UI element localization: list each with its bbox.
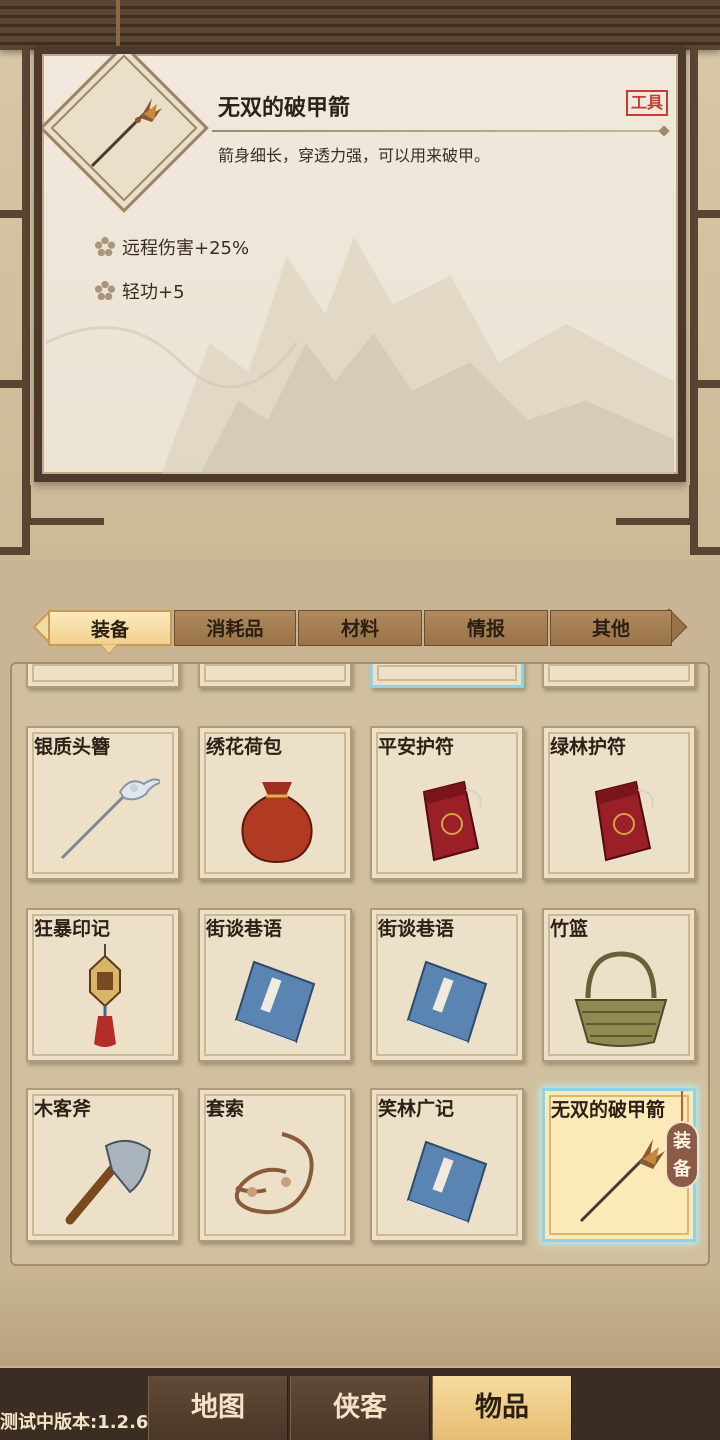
item-name: 无双的破甲箭	[218, 96, 351, 121]
item-detail-panel: 无双的破甲箭 工具 箭身细长，穿透力强，可以用来破甲。 远程伤害+25% 轻功+…	[34, 46, 686, 482]
item-label: 无双的破甲箭	[551, 1099, 666, 1121]
item-label: 竹篮	[550, 918, 589, 940]
item-label: 木客斧	[34, 1098, 92, 1120]
badge-pin	[681, 1091, 683, 1123]
item-label: 笑林广记	[378, 1098, 455, 1120]
stat-row: 轻功+5	[94, 278, 185, 304]
frame-ornament-left	[24, 485, 104, 525]
pendant-icon	[89, 944, 121, 1047]
inventory-grid[interactable]: 银质头簪 绣花荷包 平安护符 绿林护符 狂暴印记 街谈巷语 街谈巷语 竹篮 木客…	[10, 662, 710, 1266]
item-label: 街谈巷语	[206, 918, 283, 940]
frame-ornament-right	[616, 485, 696, 525]
item-label: 狂暴印记	[34, 918, 111, 940]
nav-items-button[interactable]: 物品	[432, 1376, 572, 1440]
item-label: 绿林护符	[550, 736, 627, 758]
inventory-slot-partial[interactable]	[370, 664, 524, 688]
version-label: 测试中版本:1.2.6	[0, 1412, 149, 1433]
tab-consumables[interactable]: 消耗品	[174, 610, 296, 646]
nav-map-button[interactable]: 地图	[148, 1376, 288, 1440]
book-icon	[406, 1140, 488, 1226]
category-tabs: 装备 消耗品 材料 情报 其他	[32, 608, 688, 654]
item-label: 套索	[206, 1098, 245, 1120]
inventory-slot-partial[interactable]	[198, 664, 352, 688]
arrow-icon	[579, 1139, 665, 1223]
tab-intel[interactable]: 情报	[424, 610, 548, 646]
stat-text: 远程伤害+25%	[122, 238, 250, 259]
stat-row: 远程伤害+25%	[94, 234, 249, 260]
item-type-tag: 工具	[626, 90, 669, 116]
hairpin-icon	[60, 778, 160, 860]
inventory-slot-selected[interactable]: 无双的破甲箭 装备	[542, 1088, 699, 1242]
item-label: 绣花荷包	[206, 736, 283, 758]
inventory-slot[interactable]: 银质头簪	[26, 726, 180, 880]
window-lattice-left	[0, 50, 30, 555]
amulet-bag-icon	[422, 780, 482, 862]
arrow-icon	[90, 98, 162, 168]
inventory-slot[interactable]: 街谈巷语	[370, 908, 524, 1062]
active-tab-pointer	[100, 644, 118, 654]
equip-button[interactable]: 装备	[665, 1121, 699, 1189]
item-label: 银质头簪	[34, 736, 111, 758]
item-label: 平安护符	[378, 736, 455, 758]
inventory-slot-partial[interactable]	[542, 664, 696, 688]
item-description: 箭身细长，穿透力强，可以用来破甲。	[218, 146, 491, 165]
inventory-slot[interactable]: 木客斧	[26, 1088, 180, 1242]
detail-divider	[212, 130, 664, 132]
tab-equipment[interactable]: 装备	[48, 610, 172, 646]
inventory-slot[interactable]: 平安护符	[370, 726, 524, 880]
inventory-slot[interactable]: 绣花荷包	[198, 726, 352, 880]
tab-materials[interactable]: 材料	[298, 610, 422, 646]
flower-icon	[94, 280, 116, 301]
window-lattice-right	[690, 50, 720, 555]
inventory-slot[interactable]: 绿林护符	[542, 726, 696, 880]
inventory-slot[interactable]: 笑林广记	[370, 1088, 524, 1242]
stat-text: 轻功+5	[122, 282, 185, 303]
pouch-icon	[241, 782, 313, 864]
bottom-fade	[0, 1266, 720, 1366]
basket-icon	[574, 951, 668, 1047]
amulet-bag-icon	[594, 780, 654, 862]
inventory-slot-partial[interactable]	[26, 664, 180, 688]
inventory-slot[interactable]: 套索	[198, 1088, 352, 1242]
inventory-slot[interactable]: 狂暴印记	[26, 908, 180, 1062]
book-icon	[234, 960, 316, 1046]
nav-heroes-button[interactable]: 侠客	[290, 1376, 430, 1440]
flower-icon	[94, 236, 116, 257]
item-label: 街谈巷语	[378, 918, 455, 940]
rope-icon	[234, 1132, 314, 1215]
book-icon	[406, 960, 488, 1046]
wood-beam	[0, 0, 720, 50]
tab-other[interactable]: 其他	[550, 610, 672, 646]
inventory-slot[interactable]: 竹篮	[542, 908, 696, 1062]
inventory-slot[interactable]: 街谈巷语	[198, 908, 352, 1062]
axe-icon	[65, 1139, 152, 1225]
